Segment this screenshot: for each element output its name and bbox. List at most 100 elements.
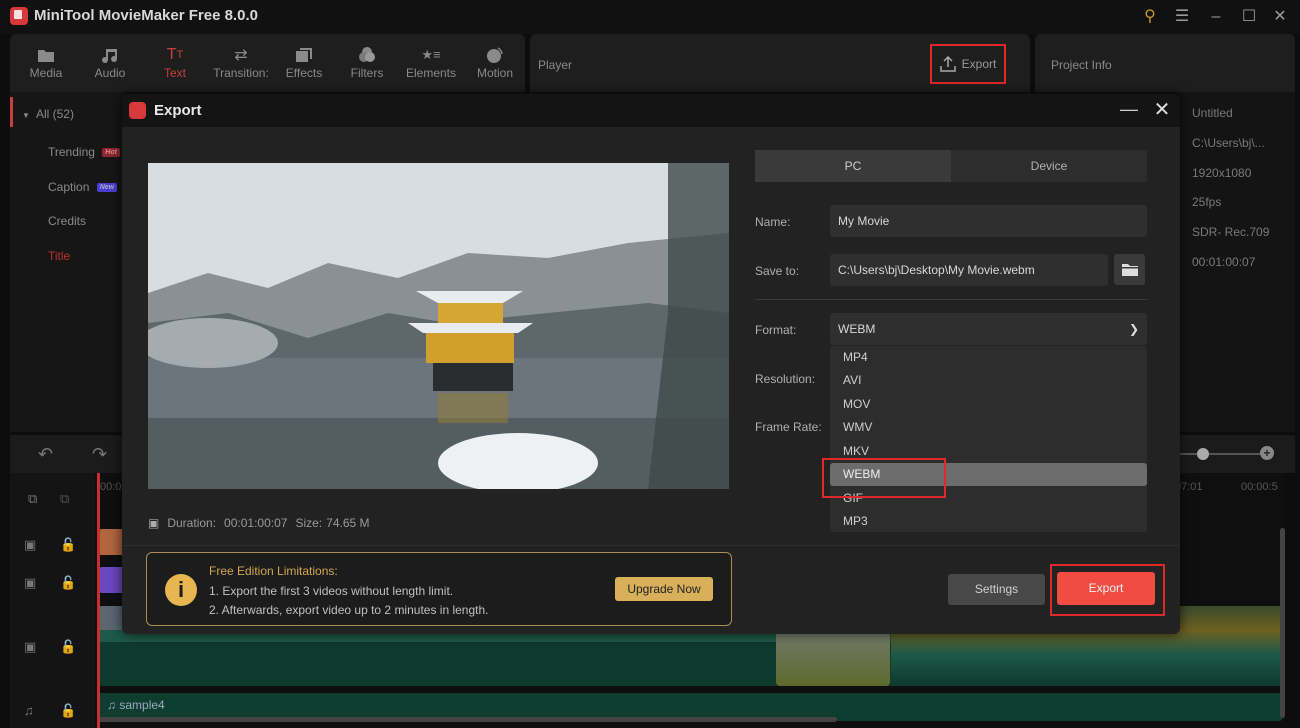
format-option-wmv[interactable]: WMV [830,416,1147,439]
tool-label: Motion [476,66,514,80]
tool-text[interactable]: TT Text [143,44,207,80]
format-option-mp3[interactable]: MP3 [830,510,1147,533]
tab-device[interactable]: Device [951,150,1147,182]
folder-icon [14,44,78,66]
duration-label: Duration: [167,516,217,530]
zoom-in-icon[interactable]: + [1260,446,1274,460]
tool-transition[interactable]: ⇄ Transition: [206,44,276,80]
project-fps: 25fps [1192,195,1222,209]
upload-icon [939,56,956,72]
title-bar: MiniTool MovieMaker Free 8.0.0 ⚲ ☰ – ☐ ✕ [0,0,1300,34]
sidebar-all-label: All (52) [35,107,74,121]
tool-effects[interactable]: Effects [272,44,336,80]
playhead[interactable] [97,473,100,728]
lock-icon[interactable]: 🔓 [60,575,76,591]
project-info-header: Project Info [1035,34,1295,92]
webm-highlight-annotation [822,458,946,498]
form-divider [755,299,1147,300]
settings-button[interactable]: Settings [948,574,1045,605]
dialog-divider [122,545,1180,546]
new-badge: New [96,183,118,193]
format-dropdown: MP4 AVI MOV WMV MKV WEBM GIF MP3 [830,346,1147,532]
sidebar-all[interactable]: ▼ All (52) [22,107,74,121]
info-icon: i [165,574,197,606]
minimize-icon[interactable]: – [1204,6,1228,28]
name-input[interactable]: My Movie [830,205,1147,237]
app-logo-icon [10,7,28,25]
lock-icon[interactable]: 🔓 [60,639,76,655]
dialog-close-icon[interactable]: ✕ [1150,98,1174,122]
export-button[interactable]: Export [1057,572,1155,605]
sidebar-item-trending[interactable]: Trending Hot [48,145,120,159]
tool-label: Media [29,66,63,80]
format-option-mp4[interactable]: MP4 [830,346,1147,369]
project-info-label: Project Info [1051,58,1112,72]
sidebar-item-credits[interactable]: Credits [48,214,86,228]
tool-elements[interactable]: ★≡ Elements [399,44,463,80]
video-preview [148,163,729,489]
key-icon[interactable]: ⚲ [1138,6,1162,28]
project-resolution: 1920x1080 [1192,166,1252,180]
sidebar-item-label: Caption [48,180,90,194]
lock-icon[interactable]: 🔓 [60,537,76,553]
tool-label: Filters [350,66,384,80]
banner-title: Free Edition Limitations: [209,564,338,578]
format-option-mov[interactable]: MOV [830,393,1147,416]
player-label: Player [538,58,573,72]
tool-audio[interactable]: Audio [78,44,142,80]
redo-icon[interactable]: ↷ [92,444,107,465]
chevron-down-icon: ❯ [1128,322,1139,336]
horizontal-scrollbar[interactable] [97,717,837,722]
project-path: C:\Users\bj\... [1192,136,1265,150]
size-label: Size: [295,516,323,530]
size-value: 74.65 M [326,516,370,530]
preview-meta: ▣ Duration: 00:01:00:07 Size: 74.65 M [148,516,370,530]
upgrade-now-button[interactable]: Upgrade Now [615,577,713,601]
dialog-logo-icon [129,102,146,119]
dialog-title: Export [154,102,202,119]
elements-icon: ★≡ [421,47,441,62]
undo-icon[interactable]: ↶ [38,444,53,465]
audio-clip-label: ♫ sample4 [107,698,165,712]
menu-icon[interactable]: ☰ [1170,6,1194,28]
caret-down-icon: ▼ [22,111,30,120]
tool-motion[interactable]: Motion [463,44,527,80]
project-name: Untitled [1192,106,1233,120]
sidebar-item-title[interactable]: Title [48,249,70,263]
vertical-scrollbar[interactable] [1280,528,1285,718]
tool-media[interactable]: Media [14,44,78,80]
dialog-minimize-icon[interactable]: — [1117,98,1141,122]
top-export-button[interactable]: Export [930,44,1006,84]
transition-icon: ⇄ [234,47,248,64]
format-label: Format: [755,323,797,337]
tool-label: Elements [405,66,457,80]
add-track-icon[interactable]: ⧉ [28,491,37,507]
project-duration: 00:01:00:07 [1192,255,1256,269]
tab-pc[interactable]: PC [755,150,951,182]
zoom-slider-handle[interactable] [1197,448,1209,460]
frame-rate-label: Frame Rate: [755,420,822,434]
ruler-label: 00:00:5 [1241,481,1278,493]
track-controls: ⧉ ⧉ ▣ 🔓 ▣ 🔓 ▣ 🔓 ♫ 🔓 [10,473,95,728]
sidebar-item-caption[interactable]: Caption New [48,180,118,194]
dialog-header: Export — ✕ [122,94,1180,127]
preview-image [148,163,729,489]
project-info-panel: Untitled C:\Users\bj\... 1920x1080 25fps… [1180,92,1295,432]
format-option-avi[interactable]: AVI [830,369,1147,392]
format-selected-value: WEBM [838,322,876,336]
remove-track-icon[interactable]: ⧉ [60,491,69,507]
lock-icon[interactable]: 🔓 [60,703,76,719]
tool-label: Effects [285,66,323,80]
sidebar-item-label: Trending [48,145,95,159]
music-note-icon: ♫ [24,703,34,718]
save-path-input[interactable]: C:\Users\bj\Desktop\My Movie.webm [830,254,1108,286]
film-icon: ▣ [24,639,37,654]
zoom-slider[interactable] [1180,453,1260,455]
free-edition-banner: i Free Edition Limitations: 1. Export th… [146,552,732,626]
close-icon[interactable]: ✕ [1268,6,1292,28]
tool-filters[interactable]: Filters [335,44,399,80]
browse-folder-button[interactable] [1114,254,1145,285]
format-select[interactable]: WEBM ❯ [830,313,1147,345]
maximize-icon[interactable]: ☐ [1237,6,1261,28]
project-color-space: SDR- Rec.709 [1192,225,1270,239]
